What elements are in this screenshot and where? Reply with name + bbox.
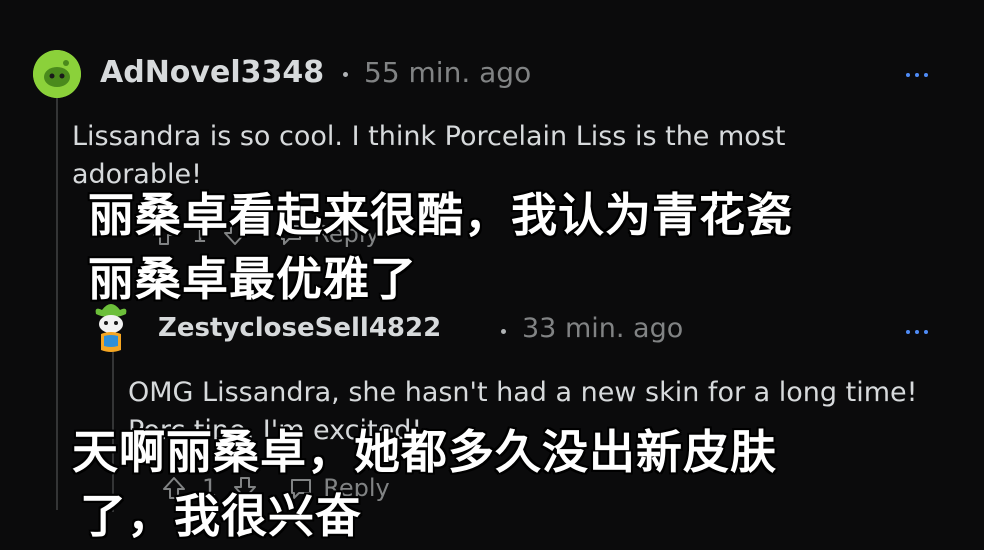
translation-subtitle: 天啊丽桑卓，她都多久没出新皮肤	[72, 425, 777, 479]
comment-timestamp: 33 min. ago	[522, 313, 684, 344]
more-options-icon[interactable]	[906, 73, 928, 77]
translation-subtitle: 了，我很兴奋	[80, 489, 362, 543]
translation-subtitle: 丽桑卓看起来很酷，我认为青花瓷	[88, 188, 793, 242]
translation-subtitle: 丽桑卓最优雅了	[88, 252, 417, 306]
thread-line[interactable]	[56, 98, 58, 510]
comment-body: Lissandra is so cool. I think Porcelain …	[72, 121, 786, 190]
user-avatar[interactable]	[33, 50, 81, 98]
comment-author[interactable]: ZestycloseSell4822	[158, 313, 441, 343]
comment-timestamp: 55 min. ago	[364, 56, 532, 89]
snoo-avatar-icon	[33, 50, 81, 98]
separator-dot	[343, 72, 348, 77]
more-options-icon[interactable]	[906, 330, 928, 334]
separator-dot	[501, 329, 506, 334]
comment-author[interactable]: AdNovel3348	[100, 55, 324, 90]
